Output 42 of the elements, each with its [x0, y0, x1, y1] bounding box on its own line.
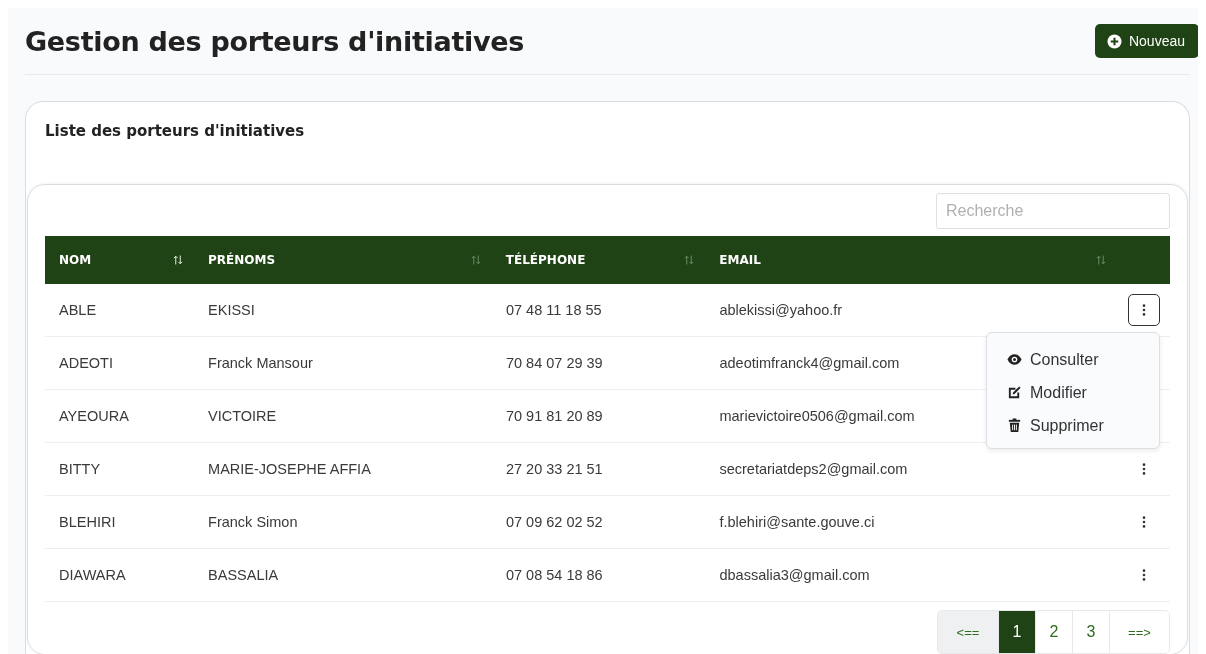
- table-cell: marievictoire0506@gmail.com: [719, 408, 915, 424]
- table-cell: AYEOURA: [59, 408, 129, 424]
- more-options-button[interactable]: [1128, 294, 1160, 326]
- edit-icon: [1007, 385, 1022, 400]
- table-cell: ABLE: [59, 302, 97, 318]
- column-header[interactable]: NOM: [59, 253, 92, 267]
- plus-circle-icon: [1106, 33, 1122, 49]
- table-cell: 27 20 33 21 51: [505, 461, 603, 477]
- menu-item[interactable]: Modifier: [987, 376, 1159, 409]
- eye-icon: [1007, 352, 1022, 367]
- table-cell: dbassalia3@gmail.com: [719, 567, 870, 583]
- card-title: Liste des porteurs d'initiatives: [44, 121, 306, 142]
- new-button[interactable]: Nouveau: [1094, 24, 1198, 58]
- table-cell: 07 48 11 18 55: [505, 302, 602, 318]
- table-cell: secretariatdeps2@gmail.com: [719, 461, 908, 477]
- table-cell: 70 91 81 20 89: [505, 408, 603, 424]
- menu-item[interactable]: Consulter: [987, 343, 1159, 376]
- table-cell: MARIE-JOSEPHE AFFIA: [208, 461, 371, 477]
- table-cell: 70 84 07 29 39: [505, 355, 603, 371]
- search-field[interactable]: Recherche: [936, 193, 1170, 229]
- table-cell: Franck Mansour: [208, 355, 313, 371]
- table-cell: DIAWARA: [59, 567, 126, 583]
- table-cell: BASSALIA: [208, 567, 279, 583]
- column-header[interactable]: EMAIL: [719, 253, 761, 267]
- column-header[interactable]: PRÉNOMS: [208, 253, 276, 267]
- table-cell: 07 08 54 18 86: [505, 567, 603, 583]
- next-page-button[interactable]: ==>: [1109, 611, 1169, 653]
- table-cell: f.blehiri@sante.gouve.ci: [719, 514, 875, 530]
- table-cell: ablekissi@yahoo.fr: [719, 302, 843, 318]
- table-cell: EKISSI: [208, 302, 255, 318]
- table-cell: adeotimfranck4@gmail.com: [719, 355, 900, 371]
- menu-item[interactable]: Supprimer: [987, 409, 1159, 442]
- table-cell: Franck Simon: [208, 514, 298, 530]
- table-cell: BITTY: [59, 461, 101, 477]
- table-cell: VICTOIRE: [208, 408, 277, 424]
- table-cell: ADEOTI: [59, 355, 113, 371]
- column-header[interactable]: TÉLÉPHONE: [505, 253, 586, 267]
- table-cell: 07 09 62 02 52: [505, 514, 603, 530]
- trash-icon: [1007, 418, 1022, 433]
- page-title: Gestion des porteurs d'initiatives: [25, 25, 525, 57]
- page-button[interactable]: 1: [998, 611, 1035, 653]
- table-cell: BLEHIRI: [59, 514, 116, 530]
